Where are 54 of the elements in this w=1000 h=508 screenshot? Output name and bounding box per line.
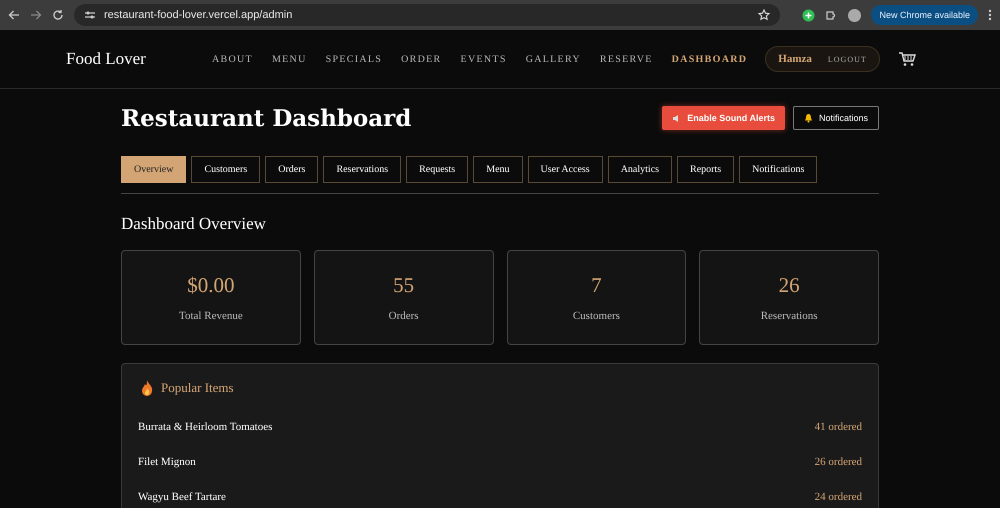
- stat-label: Orders: [388, 310, 419, 322]
- tab[interactable]: Notifications: [739, 156, 818, 183]
- notifications-button[interactable]: Notifications: [792, 106, 879, 130]
- order-count: 41 ordered: [814, 420, 862, 432]
- site-settings-icon[interactable]: [84, 10, 96, 20]
- nav-link[interactable]: SPECIALS: [326, 54, 382, 64]
- stat-label: Total Revenue: [179, 310, 243, 322]
- tab[interactable]: Analytics: [608, 156, 672, 183]
- nav-link[interactable]: MENU: [272, 54, 307, 64]
- address-bar[interactable]: restaurant-food-lover.vercel.app/admin: [74, 4, 780, 26]
- more-icon[interactable]: [988, 9, 992, 21]
- nav-link[interactable]: ORDER: [401, 54, 442, 64]
- stat-value: 7: [591, 273, 602, 298]
- tab[interactable]: Overview: [121, 156, 186, 183]
- section-title: Dashboard Overview: [121, 214, 267, 234]
- panel-title: Popular Items: [161, 380, 234, 396]
- flame-icon: [141, 380, 153, 396]
- order-count: 26 ordered: [814, 456, 862, 468]
- nav-link[interactable]: GALLERY: [526, 54, 581, 64]
- logout-link[interactable]: LOGOUT: [828, 54, 867, 64]
- stat-value: $0.00: [187, 273, 234, 298]
- cart-icon[interactable]: [898, 51, 916, 67]
- bell-icon: [804, 113, 813, 123]
- page-title: Restaurant Dashboard: [121, 104, 412, 132]
- tab[interactable]: User Access: [528, 156, 603, 183]
- stat-label: Customers: [572, 310, 620, 322]
- stat-value: 55: [393, 273, 414, 298]
- tab[interactable]: Reservations: [323, 156, 402, 183]
- order-count: 24 ordered: [814, 490, 862, 502]
- update-button[interactable]: New Chrome available: [871, 5, 978, 25]
- url-text: restaurant-food-lover.vercel.app/admin: [104, 9, 294, 21]
- back-icon[interactable]: [8, 9, 20, 21]
- stat-label: Reservations: [760, 310, 818, 322]
- nav-link[interactable]: DASHBOARD: [672, 54, 748, 64]
- sound-alerts-button[interactable]: Enable Sound Alerts: [662, 106, 785, 130]
- tab[interactable]: Reports: [677, 156, 734, 183]
- forward-icon[interactable]: [30, 9, 42, 21]
- nav-link[interactable]: EVENTS: [460, 54, 507, 64]
- item-name: Filet Mignon: [138, 456, 196, 468]
- user-name: Hamza: [778, 53, 812, 65]
- plus-circle-icon[interactable]: [802, 8, 816, 22]
- profile-avatar[interactable]: [848, 8, 862, 22]
- tab[interactable]: Menu: [473, 156, 523, 183]
- nav-link[interactable]: RESERVE: [600, 54, 653, 64]
- nav-link[interactable]: ABOUT: [212, 54, 253, 64]
- stat-value: 26: [778, 273, 800, 298]
- item-name: Burrata & Heirloom Tomatoes: [138, 420, 272, 432]
- tab[interactable]: Orders: [265, 156, 318, 183]
- bookmark-star-icon[interactable]: [758, 9, 770, 21]
- tab[interactable]: Requests: [406, 156, 468, 183]
- item-name: Wagyu Beef Tartare: [138, 490, 226, 502]
- tab[interactable]: Customers: [191, 156, 260, 183]
- reload-icon[interactable]: [52, 9, 64, 21]
- brand-logo[interactable]: Food Lover: [66, 49, 212, 69]
